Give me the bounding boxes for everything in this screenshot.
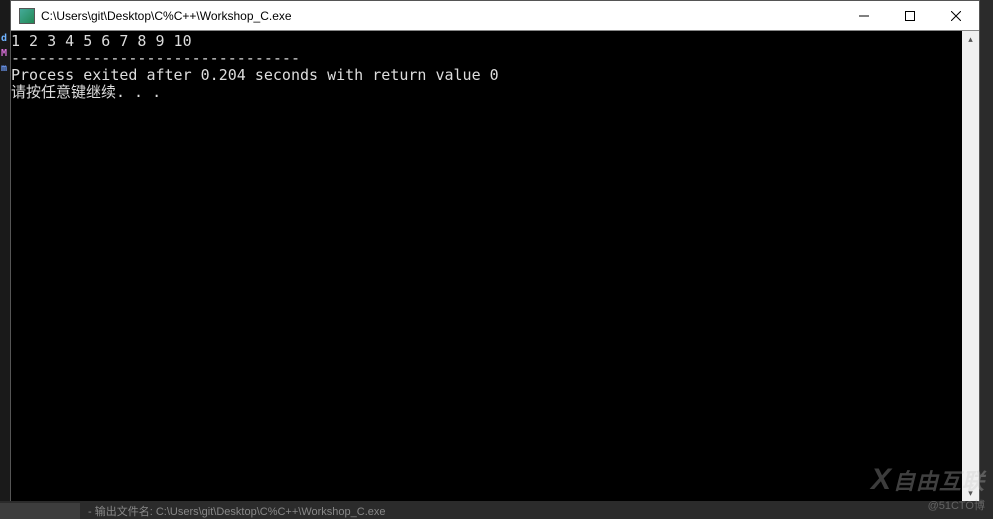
scroll-up-button[interactable]: ▴	[962, 31, 979, 48]
ide-statusbar: - 输出文件名: C:\Users\git\Desktop\C%C++\Work…	[0, 501, 993, 519]
app-icon	[19, 8, 35, 24]
console-output[interactable]: 1 2 3 4 5 6 7 8 9 10 -------------------…	[11, 31, 979, 502]
maximize-button[interactable]	[887, 1, 933, 30]
scroll-track[interactable]	[962, 48, 979, 485]
output-prompt: 请按任意键继续. . .	[11, 83, 161, 101]
close-icon	[951, 11, 961, 21]
gutter-mark-m-lower: m	[1, 63, 7, 74]
close-button[interactable]	[933, 1, 979, 30]
vertical-scrollbar[interactable]: ▴ ▾	[962, 31, 979, 502]
minimize-button[interactable]	[841, 1, 887, 30]
minimize-icon	[859, 11, 869, 21]
maximize-icon	[905, 11, 915, 21]
titlebar[interactable]: C:\Users\git\Desktop\C%C++\Workshop_C.ex…	[11, 1, 979, 31]
statusbar-output-path: - 输出文件名: C:\Users\git\Desktop\C%C++\Work…	[88, 503, 386, 519]
window-title: C:\Users\git\Desktop\C%C++\Workshop_C.ex…	[41, 9, 841, 23]
gutter-mark-d: d	[1, 33, 7, 44]
output-exit-status: Process exited after 0.204 seconds with …	[11, 66, 499, 84]
output-numbers: 1 2 3 4 5 6 7 8 9 10	[11, 32, 192, 50]
editor-gutter: d M m	[0, 0, 10, 519]
scroll-down-button[interactable]: ▾	[962, 485, 979, 502]
output-divider: --------------------------------	[11, 49, 300, 67]
window-controls	[841, 1, 979, 30]
gutter-mark-m-upper: M	[1, 48, 7, 59]
console-window: C:\Users\git\Desktop\C%C++\Workshop_C.ex…	[10, 0, 980, 503]
statusbar-segment	[0, 503, 80, 519]
